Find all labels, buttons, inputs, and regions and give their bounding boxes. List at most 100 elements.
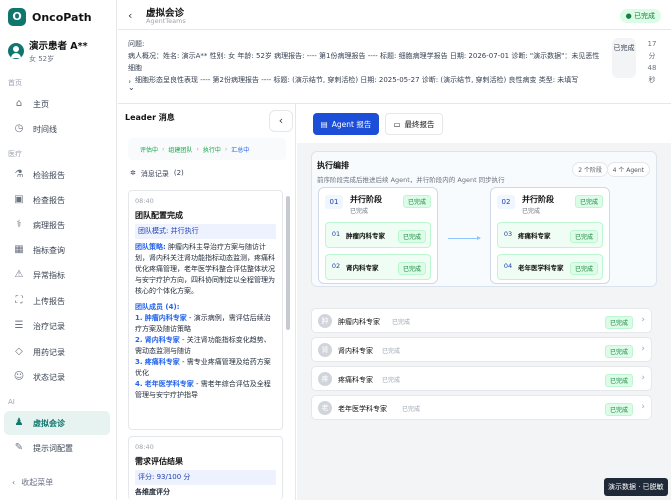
sidebar-item-label: 上传报告 <box>33 296 65 306</box>
agent-row-nephrology[interactable]: 肾肾内科专家 已完成 已完成 › <box>311 337 652 362</box>
stage-status: 已完成 <box>522 208 541 215</box>
team-strategy: 团队策略: 肿瘤内科主导治疗方案与随访计划，肾内科关注肾功能指标动态监测，疼痛科… <box>135 242 276 297</box>
sidebar-item-upload[interactable]: ⛶ 上传报告 <box>4 289 110 313</box>
sidebar-item-label: 时间线 <box>33 124 57 134</box>
message-card-eval: 08:40 需求评估结果 评分: 93/100 分 各维度评分 <box>128 436 283 500</box>
step-summary: 汇总中 <box>231 146 250 154</box>
sidebar-item-pathology[interactable]: ⚕ 病理报告 <box>4 213 110 237</box>
question-line-1: 病人概况：姓名: 演示A** 性别: 女 年龄: 52岁 病理报告: ---- … <box>128 52 600 72</box>
page-subtitle: AgentTeams <box>146 17 186 25</box>
scrollbar-thumb[interactable] <box>286 196 290 330</box>
time-minutes-unit: 分 <box>648 52 656 60</box>
message-title: 团队配置完成 <box>135 211 183 220</box>
sidebar-item-treatment[interactable]: ☰ 治疗记录 <box>4 314 110 338</box>
alert-icon: ⚠ <box>14 269 24 280</box>
exec-title: 执行编排 <box>317 161 349 170</box>
demo-data-toast: 演示数据 · 已脱敏 <box>604 478 668 496</box>
agent-row-status: 已完成 <box>382 348 401 355</box>
sidebar-item-prompt-config[interactable]: ✎ 提示词配置 <box>4 436 110 460</box>
sidebar-item-label: 检查报告 <box>33 195 65 205</box>
message-records-header: ✲ 消息记录 (2) <box>130 169 184 179</box>
agent-icon: ▤ <box>320 119 328 129</box>
member-num: 2. <box>135 336 143 344</box>
agent-item[interactable]: 01 肿瘤内科专家 已完成 <box>325 222 431 248</box>
step-team: 组建团队 <box>168 146 193 154</box>
patient-card[interactable]: 演示患者 A** 女 52岁 <box>8 38 88 64</box>
agent-row-badge: 已完成 <box>604 316 633 329</box>
stage-card-2: 02 并行阶段 已完成 已完成 03 疼痛科专家 已完成 04 老年医学科专家 已完成 <box>490 187 610 284</box>
stages-count-pill: 2 个阶段 <box>572 162 608 177</box>
sidebar-item-lab-reports[interactable]: ⚗ 检验报告 <box>4 163 110 187</box>
agent-avatar: 肾 <box>318 343 332 357</box>
tab-agent-report[interactable]: ▤ Agent 报告 <box>313 113 379 135</box>
chevron-right-icon: › <box>641 344 645 354</box>
sidebar-item-abnormal[interactable]: ⚠ 异常指标 <box>4 263 110 287</box>
sidebar-item-label: 状态记录 <box>33 372 65 382</box>
agent-row-pain[interactable]: 疼疼痛科专家 已完成 已完成 › <box>311 366 652 391</box>
sidebar-item-status[interactable]: ☺ 状态记录 <box>4 365 110 389</box>
agent-row-geriatrics[interactable]: 老老年医学科专家 已完成 已完成 › <box>311 395 652 420</box>
sidebar-item-label: 用药记录 <box>33 347 65 357</box>
sidebar-item-label: 虚拟会诊 <box>33 418 65 428</box>
agent-row-name: 肾内科专家 <box>338 347 373 355</box>
home-icon: ⌂ <box>15 98 23 109</box>
sidebar-item-medication[interactable]: ◇ 用药记录 <box>4 340 110 364</box>
member-name: 肿瘤内科专家 <box>144 314 187 322</box>
app: O OncoPath 演示患者 A** 女 52岁 首页 ⌂ 主页 ◷ 时间线 医疗… <box>0 0 671 500</box>
exec-desc: 前序阶段完成后推进后续 Agent，并行阶段内的 Agent 同步执行 <box>317 176 505 184</box>
records-label: 消息记录 <box>140 170 169 178</box>
image-icon: ⛶ <box>15 295 23 306</box>
agent-row-badge: 已完成 <box>604 403 633 416</box>
eval-score: 评分: 93/100 分 <box>135 470 276 485</box>
back-arrow-icon[interactable]: ‹ <box>128 9 132 22</box>
elapsed-time: 17 分 48 秒 <box>645 38 659 86</box>
member-num: 1. <box>135 314 143 322</box>
chevron-right-icon: › <box>641 402 645 412</box>
members-label: 团队成员 (4): <box>135 303 180 311</box>
step-evaluate: 评估中 <box>140 146 159 154</box>
agent-name: 肾内科专家 <box>346 264 379 272</box>
brand[interactable]: O OncoPath <box>8 8 92 26</box>
agent-item[interactable]: 02 肾内科专家 已完成 <box>325 254 431 280</box>
message-card-team: 08:40 团队配置完成 团队模式: 并行执行 团队策略: 肿瘤内科主导治疗方案… <box>128 190 283 430</box>
sidebar-item-label: 指标查询 <box>33 245 65 255</box>
stage-title: 并行阶段 <box>350 195 382 204</box>
eval-dimensions: 各维度评分 <box>135 488 170 496</box>
agent-row-status: 已完成 <box>382 377 401 384</box>
section-home: 首页 <box>8 79 22 87</box>
sidebar-item-timeline[interactable]: ◷ 时间线 <box>4 117 110 141</box>
user-avatar-icon <box>8 43 24 59</box>
agent-item[interactable]: 03 疼痛科专家 已完成 <box>497 222 603 248</box>
microscope-icon: ⚕ <box>16 219 22 230</box>
agent-row-status: 已完成 <box>392 319 411 326</box>
tab-label: 最终报告 <box>404 119 435 129</box>
member-item: 3. 疼痛科专家 - 需专业疼痛管理及给药方案优化 <box>135 357 276 379</box>
sidebar-item-label: 病理报告 <box>33 220 65 230</box>
agent-num: 03 <box>503 230 513 238</box>
agent-row-oncology[interactable]: 肿肿瘤内科专家 已完成 已完成 › <box>311 308 652 333</box>
tab-final-report[interactable]: ▭ 最终报告 <box>385 113 443 135</box>
agent-num: 02 <box>331 262 341 270</box>
stage-status: 已完成 <box>350 208 369 215</box>
sidebar-item-indicators[interactable]: ▦ 指标查询 <box>4 238 110 262</box>
agent-badge: 已完成 <box>397 230 426 243</box>
patient-name: 演示患者 A** <box>29 41 88 52</box>
agent-row-name: 疼痛科专家 <box>338 376 373 384</box>
sidebar-item-virtual-consult[interactable]: ♟ 虚拟会诊 <box>4 411 110 435</box>
stage-title: 并行阶段 <box>522 195 554 204</box>
clock-icon: ◷ <box>14 123 24 134</box>
agent-row-name: 老年医学科专家 <box>338 405 387 413</box>
collapse-leader-button[interactable]: ‹ <box>269 110 293 132</box>
records-count: (2) <box>173 169 184 177</box>
collapse-menu-button[interactable]: ‹ 收起菜单 <box>12 477 53 488</box>
sidebar-item-home[interactable]: ⌂ 主页 <box>4 92 110 116</box>
flow-arrow-icon <box>448 236 481 240</box>
question-status-badge: 已完成 <box>612 38 636 78</box>
sidebar-item-exam-reports[interactable]: ▣ 检查报告 <box>4 188 110 212</box>
agent-item[interactable]: 04 老年医学科专家 已完成 <box>497 254 603 280</box>
agent-avatar: 老 <box>318 401 332 415</box>
patient-meta: 女 52岁 <box>29 55 55 63</box>
expand-chevron-icon[interactable]: ⌄ <box>128 83 135 92</box>
agent-num: 04 <box>503 262 513 270</box>
scan-icon: ▣ <box>14 194 24 205</box>
